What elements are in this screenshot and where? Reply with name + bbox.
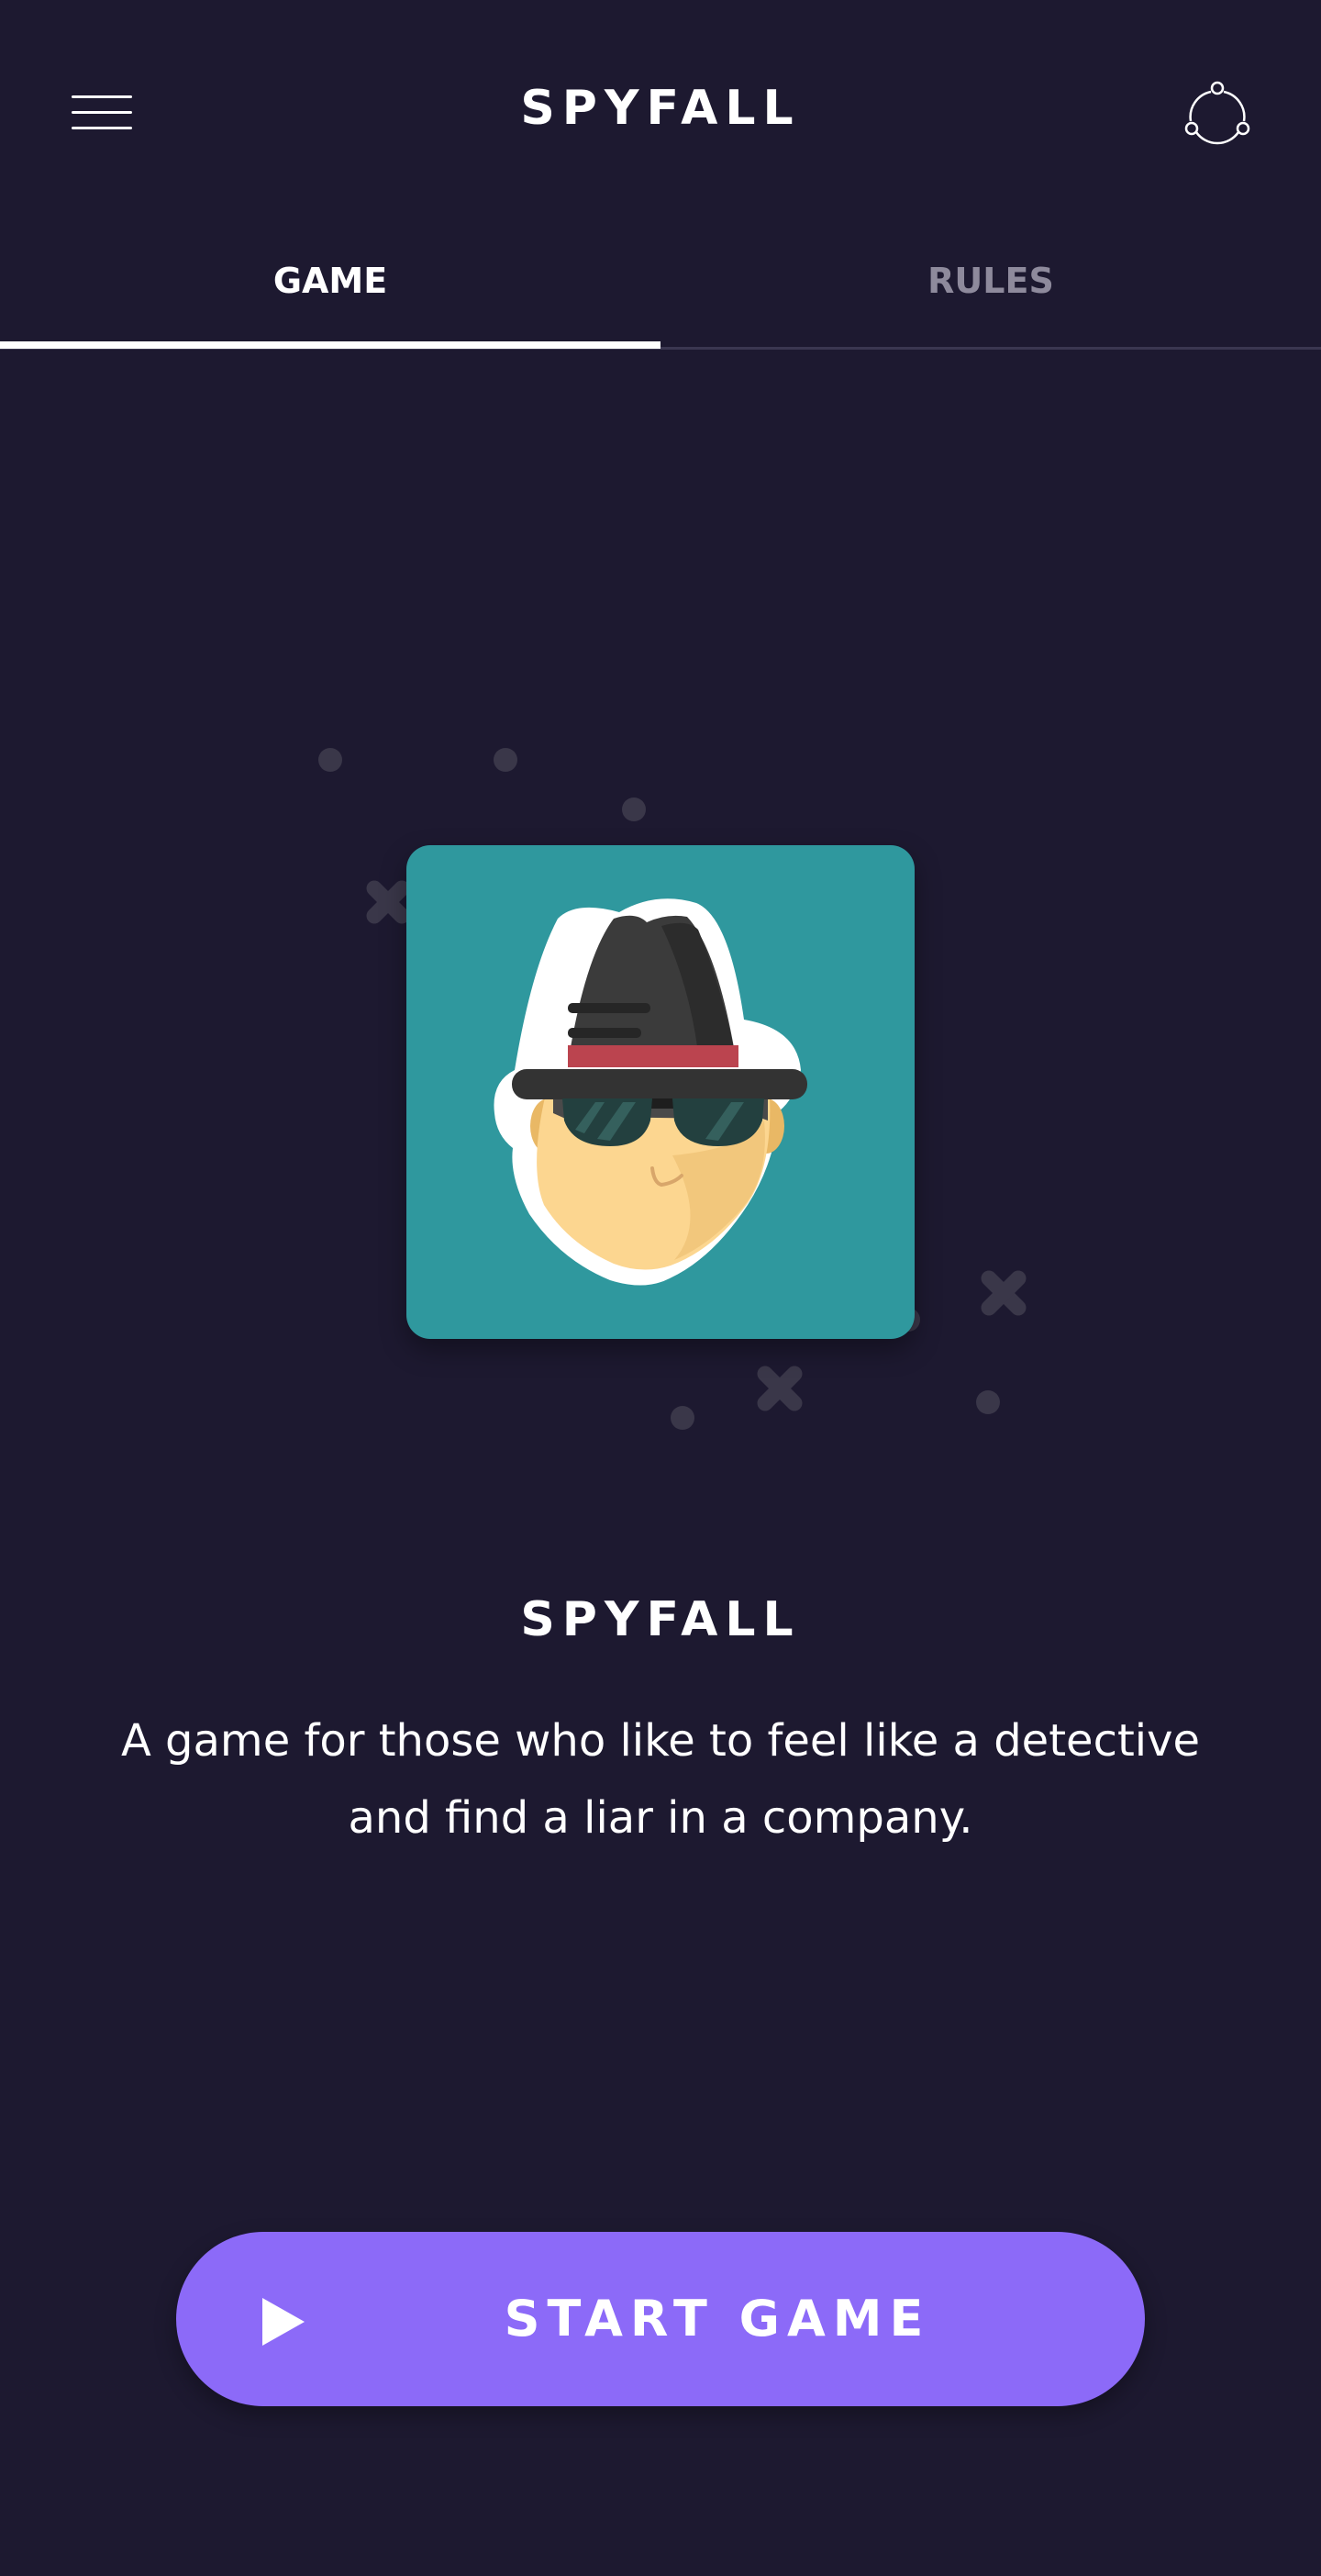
start-game-button[interactable]: START GAME xyxy=(176,2232,1145,2406)
game-description: A game for those who like to feel like a… xyxy=(120,1715,1201,1844)
spy-avatar-icon xyxy=(494,898,807,1286)
play-icon xyxy=(262,2298,305,2346)
game-title: SPYFALL xyxy=(520,1592,801,1647)
start-game-label: START GAME xyxy=(504,2290,931,2347)
spy-illustration-card xyxy=(406,845,915,1339)
